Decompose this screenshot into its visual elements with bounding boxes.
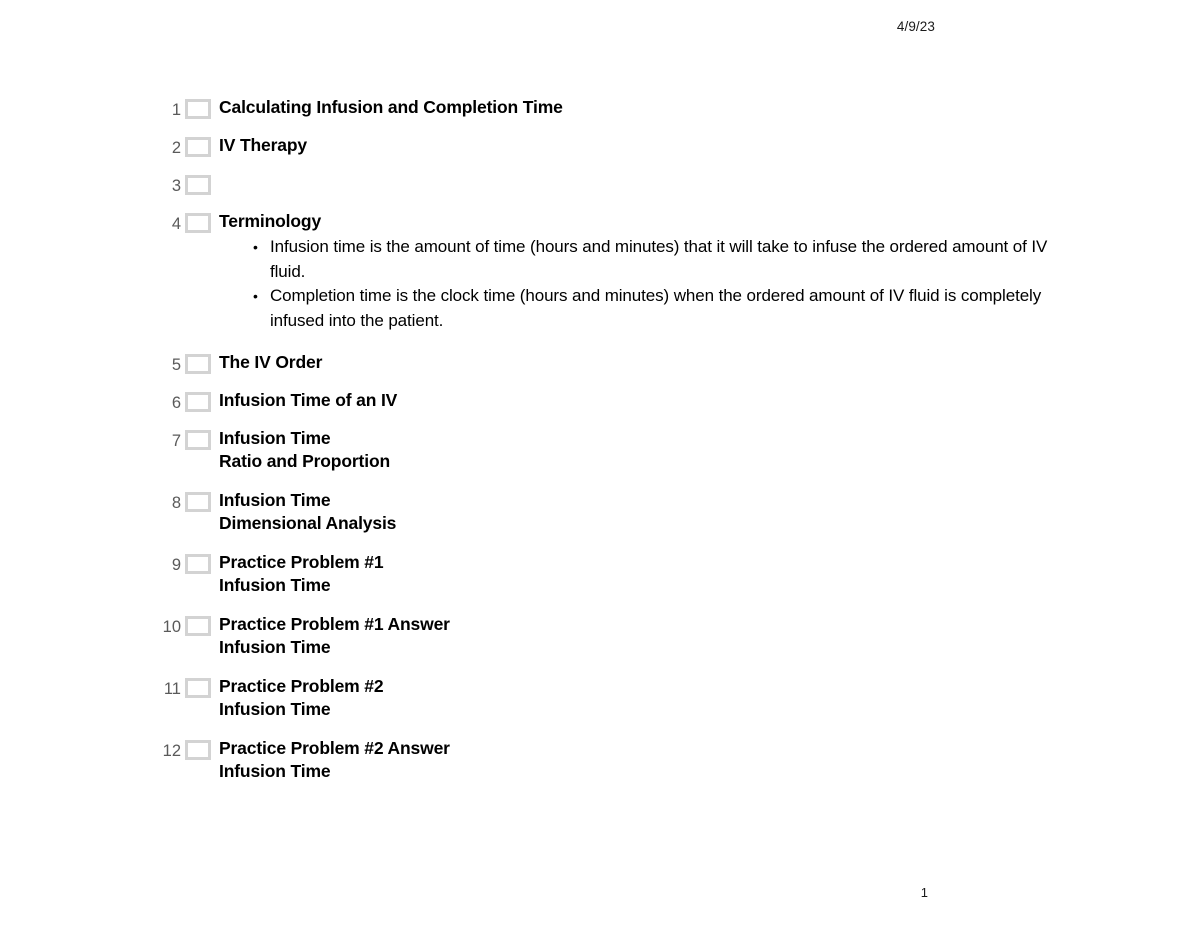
slide-thumbnail-icon[interactable] (185, 354, 211, 374)
slide-number: 10 (162, 618, 181, 636)
slide-body: Practice Problem #1 Infusion Time (219, 551, 1200, 597)
outline-item[interactable]: 1 Calculating Infusion and Completion Tim… (0, 96, 1200, 121)
slide-bullet-item: Infusion time is the amount of time (hou… (249, 235, 1050, 284)
slide-title: Infusion Time Dimensional Analysis (219, 490, 397, 533)
outline-item[interactable]: 4 Terminology Infusion time is the amount … (0, 210, 1200, 333)
slide-title: IV Therapy (219, 135, 307, 155)
outline-item[interactable]: 6 Infusion Time of an IV (0, 389, 1200, 414)
slide-title (219, 172, 1050, 188)
slide-thumbnail-icon[interactable] (185, 678, 211, 698)
slide-body: Practice Problem #2 Infusion Time (219, 675, 1200, 721)
outline-item[interactable]: 10 Practice Problem #1 Answer Infusion Ti… (0, 613, 1200, 659)
slide-body: Practice Problem #2 Answer Infusion Time (219, 737, 1200, 783)
slide-thumbnail-inner (188, 743, 208, 757)
slide-title: Practice Problem #2 Answer Infusion Time (219, 738, 450, 781)
document-page: 4/9/23 1 Calculating Infusion and Complet… (0, 0, 1200, 927)
slide-outline-list: 1 Calculating Infusion and Completion Tim… (0, 96, 1200, 799)
slide-body: Infusion Time Ratio and Proportion (219, 427, 1200, 473)
slide-title: Calculating Infusion and Completion Time (219, 97, 563, 117)
slide-thumbnail-icon[interactable] (185, 430, 211, 450)
slide-thumbnail-icon[interactable] (185, 137, 211, 157)
slide-thumbnail-inner (188, 216, 208, 230)
slide-thumbnail-inner (188, 395, 208, 409)
outline-item[interactable]: 9 Practice Problem #1 Infusion Time (0, 551, 1200, 597)
slide-thumbnail-icon[interactable] (185, 99, 211, 119)
outline-item[interactable]: 11 Practice Problem #2 Infusion Time (0, 675, 1200, 721)
slide-thumbnail-inner (188, 178, 208, 192)
slide-body: IV Therapy (219, 134, 1200, 157)
slide-number: 6 (171, 394, 181, 412)
outline-item[interactable]: 12 Practice Problem #2 Answer Infusion Ti… (0, 737, 1200, 783)
outline-item[interactable]: 3 (0, 172, 1200, 197)
slide-number: 1 (171, 101, 181, 119)
slide-thumbnail-inner (188, 495, 208, 509)
slide-number: 8 (171, 494, 181, 512)
slide-title: Practice Problem #1 Infusion Time (219, 552, 384, 595)
slide-number: 5 (171, 356, 181, 374)
slide-body: Infusion Time Dimensional Analysis (219, 489, 1200, 535)
outline-item[interactable]: 2 IV Therapy (0, 134, 1200, 159)
slide-thumbnail-inner (188, 681, 208, 695)
slide-body: Practice Problem #1 Answer Infusion Time (219, 613, 1200, 659)
slide-thumbnail-inner (188, 557, 208, 571)
slide-title: The IV Order (219, 352, 323, 372)
slide-thumbnail-inner (188, 102, 208, 116)
slide-thumbnail-inner (188, 433, 208, 447)
slide-thumbnail-icon[interactable] (185, 492, 211, 512)
slide-thumbnail-icon[interactable] (185, 213, 211, 233)
slide-number: 9 (171, 556, 181, 574)
slide-thumbnail-icon[interactable] (185, 616, 211, 636)
slide-body: Infusion Time of an IV (219, 389, 1200, 412)
slide-number: 4 (171, 215, 181, 233)
slide-thumbnail-inner (188, 357, 208, 371)
slide-title: Practice Problem #1 Answer Infusion Time (219, 614, 450, 657)
slide-number: 2 (171, 139, 181, 157)
slide-title: Practice Problem #2 Infusion Time (219, 676, 384, 719)
slide-thumbnail-icon[interactable] (185, 392, 211, 412)
slide-thumbnail-icon[interactable] (185, 175, 211, 195)
slide-bullet-item: Completion time is the clock time (hours… (249, 284, 1050, 333)
slide-thumbnail-icon[interactable] (185, 554, 211, 574)
slide-number: 3 (171, 177, 181, 195)
slide-body: Terminology Infusion time is the amount o… (219, 210, 1200, 333)
header-date: 4/9/23 (896, 19, 935, 34)
slide-number: 11 (163, 680, 181, 698)
slide-thumbnail-inner (188, 619, 208, 633)
slide-title: Infusion Time of an IV (219, 390, 398, 410)
outline-item[interactable]: 5 The IV Order (0, 351, 1200, 376)
slide-title: Infusion Time Ratio and Proportion (219, 428, 391, 471)
slide-thumbnail-icon[interactable] (185, 740, 211, 760)
outline-item[interactable]: 7 Infusion Time Ratio and Proportion (0, 427, 1200, 473)
slide-body: The IV Order (219, 351, 1200, 374)
footer-page-number: 1 (920, 885, 928, 900)
slide-number: 7 (171, 432, 181, 450)
slide-number: 12 (162, 742, 181, 760)
slide-thumbnail-inner (188, 140, 208, 154)
slide-title: Terminology (219, 211, 322, 231)
slide-body: Calculating Infusion and Completion Time (219, 96, 1200, 119)
slide-bullet-list: Infusion time is the amount of time (hou… (219, 235, 1050, 333)
slide-body (219, 172, 1200, 188)
outline-item[interactable]: 8 Infusion Time Dimensional Analysis (0, 489, 1200, 535)
